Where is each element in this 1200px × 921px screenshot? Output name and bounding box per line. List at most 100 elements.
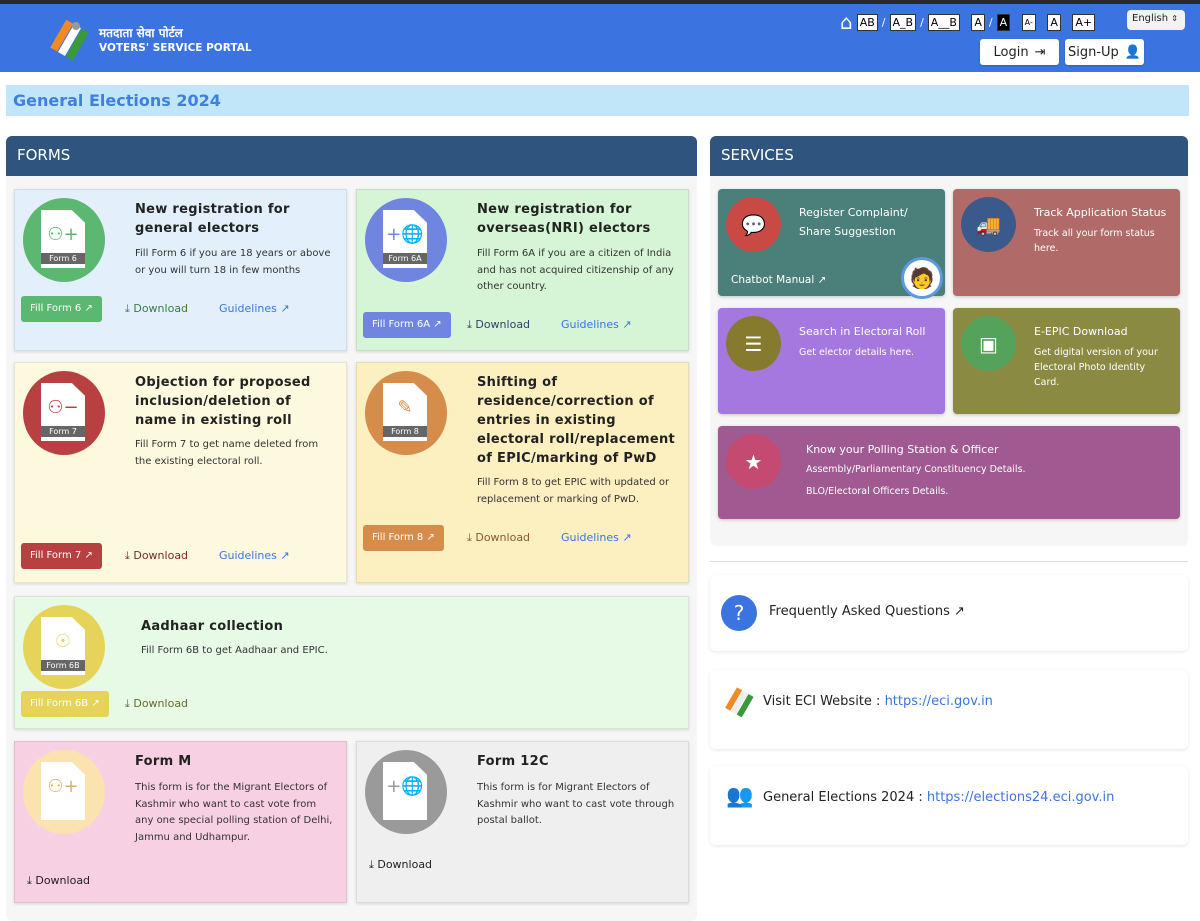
download-link[interactable]: ⤓ Download — [125, 549, 188, 563]
form-card: ⚇+ Form M This form is for the Migrant Ele… — [14, 741, 347, 903]
people-icon: 👥 — [726, 784, 754, 809]
brand-english: VOTERS' SERVICE PORTAL — [99, 42, 252, 54]
guidelines-label: Guidelines — [561, 318, 619, 331]
service-title: Track Application Status — [1034, 206, 1167, 219]
id-card-icon: ▣ — [961, 316, 1016, 371]
fill-form-label: Fill Form 8 — [372, 532, 424, 543]
font-decrease-button[interactable]: A- — [1021, 13, 1036, 31]
form-icon-circle: ⚇− Form 7 — [23, 371, 105, 455]
service-description-2: BLO/Electoral Officers Details. — [806, 486, 949, 497]
fill-form-label: Fill Form 6 — [30, 303, 82, 314]
guidelines-link[interactable]: Guidelines ↗ — [219, 549, 290, 562]
form-card: +🌐 Form 12C This form is for Migrant Elect… — [356, 741, 689, 903]
user-plus-icon: 👤 — [1124, 44, 1141, 60]
arrow-up-right-icon: ↗ — [618, 531, 632, 544]
fill-form-button[interactable]: Fill Form 6B ↗ — [21, 691, 109, 717]
faq-link[interactable]: Frequently Asked Questions — [769, 604, 950, 619]
guidelines-label: Guidelines — [219, 302, 277, 315]
document-icon: ☉ Form 6B — [41, 617, 85, 675]
spacing-medium-button[interactable]: A_B — [889, 13, 917, 31]
eci-link[interactable]: https://eci.gov.in — [885, 694, 993, 709]
form-description: This form is for Migrant Electors of Kas… — [477, 782, 675, 826]
contrast-dark-button[interactable]: A — [996, 13, 1011, 31]
form-title: Objection for proposed inclusion/deletio… — [135, 375, 311, 428]
service-tile[interactable]: 💬 Register Complaint/ Share Suggestion Cha… — [718, 189, 945, 299]
fill-form-button[interactable]: Fill Form 6A ↗ — [363, 312, 451, 338]
login-label: Login — [993, 44, 1029, 60]
form-badge: Form 8 — [383, 426, 427, 437]
fill-form-label: Fill Form 6B — [30, 698, 89, 709]
select-arrows-icon: ⇕ — [1171, 14, 1178, 23]
fill-form-button[interactable]: Fill Form 6 ↗ — [21, 296, 102, 322]
service-tile[interactable]: ☰ Search in Electoral Roll Get elector det… — [718, 308, 945, 414]
form-description: Fill Form 7 to get name deleted from the… — [135, 439, 319, 467]
forms-header: FORMS — [6, 136, 697, 176]
eci-logo-icon — [725, 687, 754, 718]
service-description: Assembly/Parliamentary Constituency Deta… — [806, 464, 1026, 475]
language-select[interactable]: English ⇕ — [1127, 10, 1185, 30]
form-icon-circle: +🌐 — [365, 750, 447, 834]
fill-form-button[interactable]: Fill Form 8 ↗ — [363, 525, 444, 551]
document-icon: ⚇+ — [41, 762, 85, 820]
service-title: Register Complaint/ Share Suggestion — [799, 206, 908, 238]
form-card: ☉ Form 6B Aadhaar collection Fill Form 6B t… — [14, 596, 689, 729]
divider — [710, 561, 1188, 562]
service-title: Know your Polling Station & Officer — [806, 443, 999, 456]
form-card: ⚇+ Form 6 New registration for general ele… — [14, 189, 347, 351]
eci-logo[interactable] — [46, 18, 92, 64]
home-icon[interactable]: ⌂ — [840, 10, 853, 34]
question-icon: ? — [721, 595, 757, 631]
arrow-up-right-icon: ↗ — [88, 698, 100, 709]
form-title: Form 12C — [477, 754, 549, 769]
download-label: Download — [475, 531, 531, 544]
arrow-up-right-icon: ↗ — [954, 604, 965, 619]
form-title: Form M — [135, 754, 192, 769]
form-glyph-icon: ⚇+ — [47, 224, 79, 245]
download-link[interactable]: ⤓ Download — [125, 302, 188, 316]
download-link[interactable]: ⤓ Download — [467, 531, 530, 545]
form-title: New registration for overseas(NRI) elect… — [477, 202, 651, 236]
chatbot-manual-link[interactable]: Chatbot Manual ↗ — [731, 273, 826, 288]
general-elections-box: 👥 General Elections 2024 : https://elect… — [710, 766, 1188, 845]
form-icon-circle: ☉ Form 6B — [23, 605, 105, 689]
guidelines-link[interactable]: Guidelines ↗ — [219, 302, 290, 315]
form-card: ✎ Form 8 Shifting of residence/correction … — [356, 362, 689, 583]
download-link[interactable]: ⤓ Download — [369, 858, 432, 872]
guidelines-link[interactable]: Guidelines ↗ — [561, 318, 632, 331]
fill-form-button[interactable]: Fill Form 7 ↗ — [21, 543, 102, 569]
arrow-up-right-icon: ↗ — [430, 319, 442, 330]
signup-button[interactable]: Sign-Up 👤 — [1065, 39, 1144, 65]
accessibility-toolbar: ⌂ AB / A_B / A__B A / A A- A A+ — [840, 10, 1096, 34]
download-link[interactable]: ⤓ Download — [467, 318, 530, 332]
service-tile[interactable]: ★ Know your Polling Station & Officer Asse… — [718, 426, 1180, 519]
service-description: Get digital version of your Electoral Ph… — [1034, 347, 1158, 388]
form-glyph-icon: +🌐 — [386, 224, 424, 245]
download-label: Download — [377, 858, 433, 871]
form-glyph-icon: ☉ — [54, 631, 72, 652]
document-icon: ⚇+ Form 6 — [41, 210, 85, 268]
font-normal-button[interactable]: A — [1047, 13, 1061, 31]
download-link[interactable]: ⤓ Download — [125, 697, 188, 711]
service-tile[interactable]: ▣ E-EPIC Download Get digital version of y… — [953, 308, 1180, 414]
service-title: E-EPIC Download — [1034, 325, 1128, 338]
font-increase-button[interactable]: A+ — [1072, 13, 1096, 31]
voter-mitra-chatbot-avatar[interactable]: 🧑 — [901, 257, 943, 299]
form-glyph-icon: ✎ — [397, 397, 413, 418]
arrow-up-right-icon: ↗ — [276, 549, 290, 562]
spacing-large-button[interactable]: A__B — [927, 13, 960, 31]
download-link[interactable]: ⤓ Download — [27, 874, 90, 888]
login-button[interactable]: Login ⇥ — [980, 39, 1059, 65]
chatbot-manual-label: Chatbot Manual — [731, 274, 815, 286]
ge-link[interactable]: https://elections24.eci.gov.in — [927, 790, 1114, 805]
contrast-normal-button[interactable]: A — [971, 13, 985, 31]
form-badge: Form 7 — [41, 426, 85, 437]
arrow-up-right-icon: ↗ — [276, 302, 290, 315]
services-header: SERVICES — [710, 136, 1188, 176]
spacing-normal-button[interactable]: AB — [856, 13, 878, 31]
service-tile[interactable]: 🚚 Track Application Status Track all your … — [953, 189, 1180, 296]
faq-box[interactable]: ? Frequently Asked Questions ↗ — [710, 575, 1188, 651]
form-icon-circle: +🌐 Form 6A — [365, 198, 447, 282]
arrow-up-right-icon: ↗ — [423, 532, 435, 543]
guidelines-link[interactable]: Guidelines ↗ — [561, 531, 632, 544]
form-description: Fill Form 6A if you are a citizen of Ind… — [477, 248, 674, 292]
